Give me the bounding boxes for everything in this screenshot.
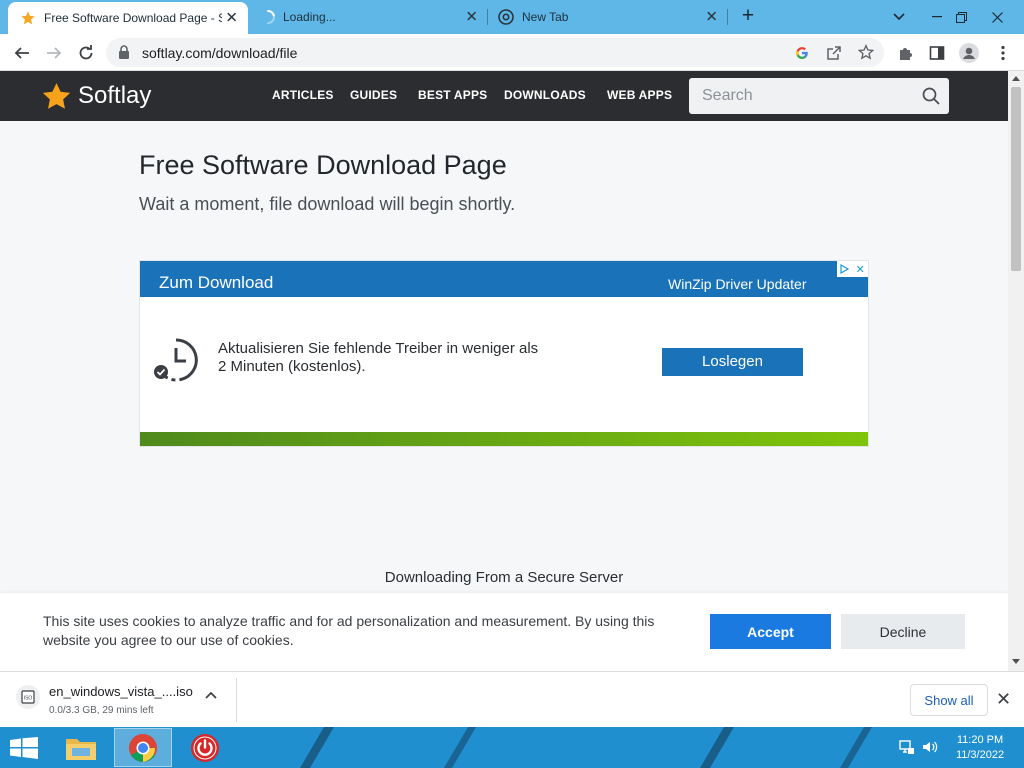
- tab-title: New Tab: [522, 10, 569, 24]
- google-lens-icon[interactable]: [795, 46, 809, 60]
- network-icon[interactable]: [899, 739, 915, 755]
- decline-cookies-button[interactable]: Decline: [841, 614, 965, 649]
- folder-icon: [66, 738, 96, 760]
- bookmark-star-icon[interactable]: [858, 44, 874, 60]
- secure-server-text: Downloading From a Secure Server: [384, 569, 624, 586]
- download-status: 0.0/3.3 GB, 29 mins left: [49, 705, 154, 716]
- nav-downloads[interactable]: DOWNLOADS: [504, 88, 586, 102]
- nav-guides[interactable]: GUIDES: [350, 88, 397, 102]
- shelf-divider: [236, 678, 237, 722]
- site-search-input[interactable]: [689, 78, 919, 114]
- tab-close-icon[interactable]: ✕: [465, 10, 478, 25]
- chrome-taskbar-button[interactable]: [114, 728, 172, 767]
- taskbar-clock[interactable]: 11:20 PM 11/3/2022: [940, 733, 1020, 763]
- site-search: [689, 78, 949, 114]
- search-icon[interactable]: [922, 87, 940, 105]
- star-favicon-icon: [21, 11, 35, 25]
- tab-close-icon[interactable]: ✕: [705, 10, 718, 25]
- address-bar[interactable]: softlay.com/download/file: [106, 38, 884, 67]
- tab-search-chevron-icon[interactable]: [882, 0, 916, 34]
- scroll-thumb[interactable]: [1011, 87, 1021, 271]
- cookie-text: This site uses cookies to analyze traffi…: [43, 613, 655, 648]
- tab-free-software-download[interactable]: Free Software Download Page - S ✕: [8, 2, 248, 34]
- power-app-taskbar-button[interactable]: [176, 728, 234, 767]
- nav-articles[interactable]: ARTICLES: [272, 88, 334, 102]
- scroll-down-icon[interactable]: [1012, 659, 1020, 664]
- back-icon[interactable]: [9, 40, 35, 66]
- ad-banner[interactable]: Zum Download WinZip Driver Updater ✕ Akt…: [139, 260, 869, 447]
- ad-header: Zum Download WinZip Driver Updater ✕: [140, 261, 868, 297]
- iso-file-icon: ISO: [16, 685, 40, 709]
- windows-start-icon[interactable]: [10, 737, 38, 759]
- ad-cta-button[interactable]: Loslegen: [662, 348, 803, 376]
- browser-toolbar: softlay.com/download/file: [0, 34, 1024, 71]
- loading-spinner-icon: [267, 10, 275, 24]
- browser-tab-strip: Free Software Download Page - S ✕ Loadin…: [0, 0, 1024, 34]
- profile-avatar-icon[interactable]: [956, 40, 982, 66]
- url-text: softlay.com/download/file: [142, 45, 298, 61]
- softlay-star-logo-icon[interactable]: [42, 82, 71, 110]
- page-viewport: Softlay ARTICLES GUIDES BEST APPS DOWNLO…: [0, 71, 1008, 671]
- power-icon: [191, 733, 219, 762]
- nav-web-apps[interactable]: WEB APPS: [607, 88, 672, 102]
- extensions-puzzle-icon[interactable]: [893, 40, 919, 66]
- share-icon[interactable]: [826, 45, 842, 61]
- close-shelf-icon[interactable]: ✕: [996, 690, 1011, 708]
- volume-icon[interactable]: [922, 739, 938, 755]
- tab-close-icon[interactable]: ✕: [225, 11, 238, 26]
- chevron-up-icon[interactable]: [205, 691, 217, 699]
- tab-title: Loading...: [283, 10, 336, 24]
- tab-separator: [727, 9, 728, 25]
- lock-icon: [119, 45, 129, 59]
- scroll-up-icon[interactable]: [1012, 76, 1020, 81]
- chrome-icon: [129, 733, 157, 762]
- page-scrollbar[interactable]: [1008, 71, 1024, 671]
- tab-loading[interactable]: Loading... ✕: [248, 0, 488, 34]
- svg-text:ISO: ISO: [24, 696, 33, 702]
- download-filename[interactable]: en_windows_vista_....iso: [49, 684, 193, 699]
- close-window-icon[interactable]: [980, 0, 1014, 34]
- restore-icon[interactable]: [944, 0, 978, 34]
- show-all-button[interactable]: Show all: [910, 684, 988, 716]
- page-subtitle: Wait a moment, file download will begin …: [139, 194, 516, 214]
- side-panel-icon[interactable]: [924, 40, 950, 66]
- page-title: Free Software Download Page: [139, 150, 507, 180]
- clock-date: 11/3/2022: [955, 749, 1005, 761]
- chrome-icon: [498, 9, 514, 25]
- forward-icon[interactable]: [41, 40, 67, 66]
- ad-green-bar: [140, 432, 868, 446]
- ad-brand[interactable]: WinZip Driver Updater: [668, 276, 806, 292]
- clock-time: 11:20 PM: [956, 734, 1004, 746]
- ad-header-text[interactable]: Zum Download: [159, 273, 273, 293]
- site-logo-text[interactable]: Softlay: [78, 82, 151, 110]
- tab-new-tab[interactable]: New Tab ✕: [488, 0, 728, 34]
- ad-choices-icon[interactable]: ✕: [837, 261, 868, 277]
- nav-best-apps[interactable]: BEST APPS: [418, 88, 487, 102]
- file-explorer-taskbar-button[interactable]: [52, 728, 110, 767]
- ad-close-icon[interactable]: ✕: [856, 263, 865, 276]
- site-header: Softlay ARTICLES GUIDES BEST APPS DOWNLO…: [0, 71, 1008, 121]
- clock-icon: [154, 338, 198, 382]
- reload-icon[interactable]: [73, 40, 99, 66]
- accept-cookies-button[interactable]: Accept: [710, 614, 831, 649]
- ad-description: Aktualisieren Sie fehlende Treiber in we…: [218, 340, 539, 375]
- windows-taskbar: 11:20 PM 11/3/2022: [0, 727, 1024, 768]
- cookie-banner: This site uses cookies to analyze traffi…: [0, 593, 1008, 671]
- tab-title: Free Software Download Page - S: [44, 11, 222, 25]
- download-shelf: ISO en_windows_vista_....iso 0.0/3.3 GB,…: [0, 671, 1024, 727]
- menu-kebab-icon[interactable]: [990, 40, 1016, 66]
- new-tab-button[interactable]: +: [736, 5, 760, 29]
